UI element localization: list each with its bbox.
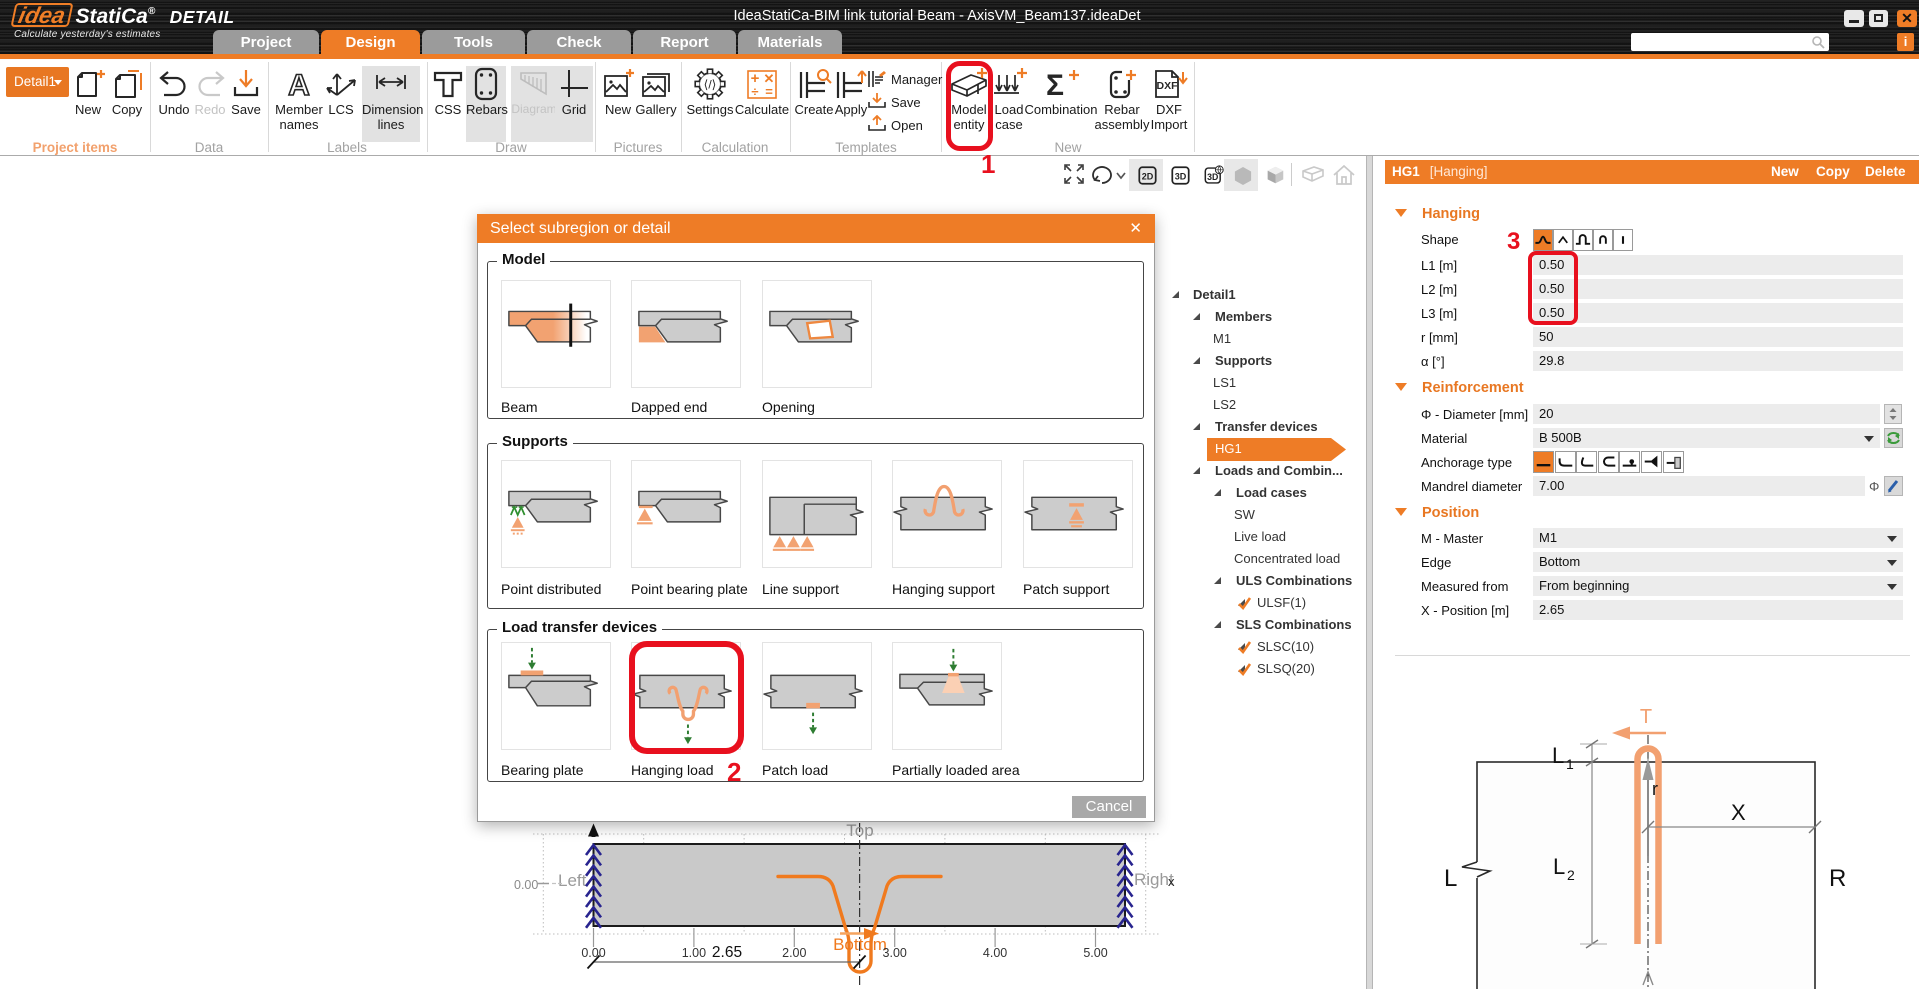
svg-text:2.65: 2.65 <box>712 944 742 961</box>
svg-text:Top: Top <box>846 821 873 840</box>
svg-text:5.00: 5.00 <box>1083 946 1107 960</box>
svg-text:1.00: 1.00 <box>682 946 706 960</box>
svg-text:Left: Left <box>558 871 587 890</box>
svg-text:0.00: 0.00 <box>581 946 605 960</box>
svg-text:÷: ÷ <box>751 84 758 99</box>
svg-text:2D: 2D <box>1142 171 1154 181</box>
svg-text:Bottom: Bottom <box>833 935 887 954</box>
svg-text:0.00: 0.00 <box>514 878 538 892</box>
svg-text:1: 1 <box>1566 756 1574 772</box>
svg-text:3D: 3D <box>1175 171 1187 181</box>
svg-text:X: X <box>1731 800 1746 825</box>
svg-text:A: A <box>288 69 310 101</box>
svg-text:4.00: 4.00 <box>983 946 1007 960</box>
svg-text:DXF: DXF <box>1157 80 1179 92</box>
svg-text:2: 2 <box>1567 867 1575 883</box>
svg-text:2.00: 2.00 <box>782 946 806 960</box>
svg-text:L: L <box>1552 743 1564 768</box>
svg-text:R: R <box>1829 865 1846 892</box>
svg-text:3D: 3D <box>1207 172 1218 182</box>
svg-text:L: L <box>1553 854 1565 879</box>
svg-text:x: x <box>1168 874 1175 889</box>
svg-text:=: = <box>765 84 773 99</box>
svg-text:3.00: 3.00 <box>883 946 907 960</box>
svg-text:Σ: Σ <box>1046 69 1064 101</box>
svg-text:⟨/⟩: ⟨/⟩ <box>704 78 717 92</box>
svg-text:T: T <box>1640 706 1652 728</box>
svg-text:L: L <box>1444 865 1457 892</box>
svg-text:r: r <box>1652 779 1658 799</box>
